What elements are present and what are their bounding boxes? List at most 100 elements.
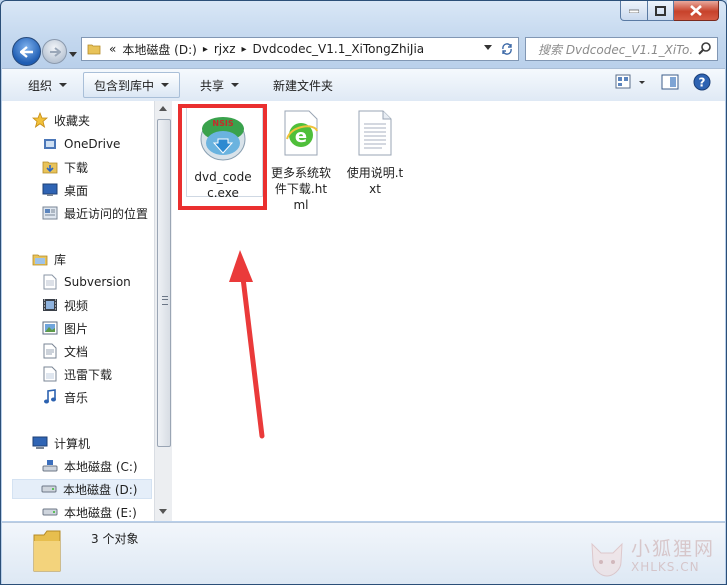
close-icon (690, 5, 702, 16)
search-input[interactable]: 搜索 Dvdcodec_V1.1_XiTo... (538, 41, 693, 58)
nav-libraries[interactable]: 库 (32, 249, 66, 269)
file-item-readme-txt[interactable]: 使用说明.txt (337, 109, 413, 197)
navigation-pane: 收藏夹 OneDrive 下载 桌面 最近访问的位置 库 Subversion (2, 101, 154, 521)
nav-pictures[interactable]: 图片 (42, 318, 88, 338)
watermark: 小狐狸网 XHLKS.CN (587, 538, 715, 578)
breadcrumb-separator-icon[interactable]: ▸ (203, 44, 208, 55)
nav-libraries-label: 库 (54, 252, 67, 267)
nav-documents[interactable]: 文档 (42, 341, 88, 361)
nav-onedrive-label: OneDrive (64, 137, 121, 151)
nav-drive-e-label: 本地磁盘 (E:) (64, 505, 137, 520)
arrow-left-icon (19, 45, 33, 58)
command-bar: 组织 包含到库中 共享 新建文件夹 ? (2, 68, 725, 102)
caption-buttons (620, 1, 719, 21)
folder-icon (87, 44, 101, 55)
address-history-dropdown-icon[interactable] (484, 45, 492, 50)
nav-desktop[interactable]: 桌面 (42, 180, 88, 200)
nav-drive-c[interactable]: 本地磁盘 (C:) (42, 456, 138, 476)
navigation-scrollbar[interactable] (154, 101, 172, 521)
onedrive-icon (42, 136, 58, 152)
nav-drive-c-label: 本地磁盘 (C:) (64, 459, 138, 474)
include-in-library-menu[interactable]: 包含到库中 (83, 72, 181, 98)
nav-computer[interactable]: 计算机 (32, 433, 90, 453)
include-in-library-label: 包含到库中 (94, 78, 155, 93)
library-icon (32, 251, 48, 267)
nav-videos-label: 视频 (64, 298, 89, 313)
nav-recent-places[interactable]: 最近访问的位置 (42, 203, 148, 223)
breadcrumb-current-folder[interactable]: Dvdcodec_V1.1_XiTongZhiJia (253, 42, 425, 56)
nav-videos[interactable]: 视频 (42, 295, 88, 315)
nav-downloads[interactable]: 下载 (42, 157, 88, 177)
nav-desktop-label: 桌面 (64, 183, 89, 198)
search-box[interactable]: 搜索 Dvdcodec_V1.1_XiTo... (525, 37, 718, 61)
file-item-more-software-html[interactable]: e 更多系统软件下载.html (263, 109, 339, 213)
svg-text:?: ? (699, 76, 706, 90)
chevron-down-icon (231, 83, 240, 87)
ie-html-icon: e (284, 110, 318, 156)
nav-music-label: 音乐 (64, 390, 89, 405)
nav-onedrive[interactable]: OneDrive (42, 134, 120, 154)
breadcrumb-separator-icon[interactable]: ▸ (242, 44, 247, 55)
watermark-en: XHLKS.CN (630, 560, 700, 574)
refresh-button[interactable] (495, 37, 519, 61)
new-folder-label: 新建文件夹 (273, 78, 334, 93)
new-folder-button[interactable]: 新建文件夹 (263, 73, 343, 97)
nav-drive-e[interactable]: 本地磁盘 (E:) (42, 502, 137, 521)
scroll-down-icon[interactable] (159, 509, 167, 514)
nav-xunlei-downloads-label: 迅雷下载 (64, 367, 113, 382)
forward-button[interactable] (42, 39, 67, 64)
maximize-icon (655, 5, 666, 16)
videos-icon (42, 297, 58, 313)
recent-places-icon (42, 205, 58, 221)
scrollbar-thumb[interactable] (157, 119, 171, 447)
nav-music[interactable]: 音乐 (42, 387, 88, 407)
change-view-icon[interactable] (615, 73, 647, 91)
chevron-down-icon (59, 83, 68, 87)
drive-icon (41, 481, 57, 497)
minimize-button[interactable] (620, 1, 648, 21)
nav-drive-d-label: 本地磁盘 (D:) (63, 482, 138, 497)
organize-menu[interactable]: 组织 (18, 73, 77, 97)
breadcrumb-overflow[interactable]: « (109, 42, 116, 56)
desktop-icon (42, 182, 58, 198)
subversion-library-icon (42, 274, 58, 290)
red-arrow-annotation (229, 250, 265, 439)
close-button[interactable] (674, 1, 719, 21)
organize-label: 组织 (28, 78, 53, 93)
watermark-cn: 小狐狸网 (630, 538, 715, 560)
item-count: 3 个对象 (91, 532, 139, 546)
share-menu[interactable]: 共享 (190, 73, 249, 97)
nav-downloads-label: 下载 (64, 160, 89, 175)
nav-subversion-label: Subversion (64, 275, 131, 289)
nav-drive-d[interactable]: 本地磁盘 (D:) (12, 479, 152, 499)
chevron-down-icon (161, 83, 170, 87)
maximize-button[interactable] (648, 1, 674, 21)
documents-icon (42, 343, 58, 359)
breadcrumb-rjxz[interactable]: rjxz (214, 42, 236, 56)
address-bar[interactable]: « 本地磁盘 (D:) ▸ rjxz ▸ Dvdcodec_V1.1_XiTon… (81, 37, 497, 61)
nav-documents-label: 文档 (64, 344, 89, 359)
folder-icon (33, 530, 61, 572)
explorer-window: « 本地磁盘 (D:) ▸ rjxz ▸ Dvdcodec_V1.1_XiTon… (0, 0, 727, 585)
back-button[interactable] (12, 37, 41, 66)
help-icon[interactable]: ? (693, 73, 711, 91)
breadcrumb-drive-d[interactable]: 本地磁盘 (D:) (122, 41, 196, 58)
scroll-up-icon[interactable] (159, 106, 167, 111)
nav-recent-places-label: 最近访问的位置 (64, 206, 149, 221)
file-name: 使用说明.txt (346, 166, 404, 196)
nav-subversion[interactable]: Subversion (42, 272, 131, 292)
drive-icon (42, 504, 58, 520)
nav-xunlei-downloads[interactable]: 迅雷下载 (42, 364, 112, 384)
preview-pane-icon[interactable] (661, 74, 679, 90)
recent-pages-dropdown[interactable] (69, 46, 77, 60)
refresh-icon (501, 43, 512, 55)
minimize-icon (629, 9, 639, 13)
downloads-folder-icon (42, 159, 58, 175)
system-drive-icon (42, 458, 58, 474)
nav-computer-label: 计算机 (54, 436, 91, 451)
file-name: 更多系统软件下载.html (270, 166, 331, 212)
xunlei-folder-icon (42, 366, 58, 382)
computer-icon (32, 435, 48, 451)
search-icon[interactable] (698, 41, 712, 55)
nav-favorites[interactable]: 收藏夹 (32, 110, 90, 130)
